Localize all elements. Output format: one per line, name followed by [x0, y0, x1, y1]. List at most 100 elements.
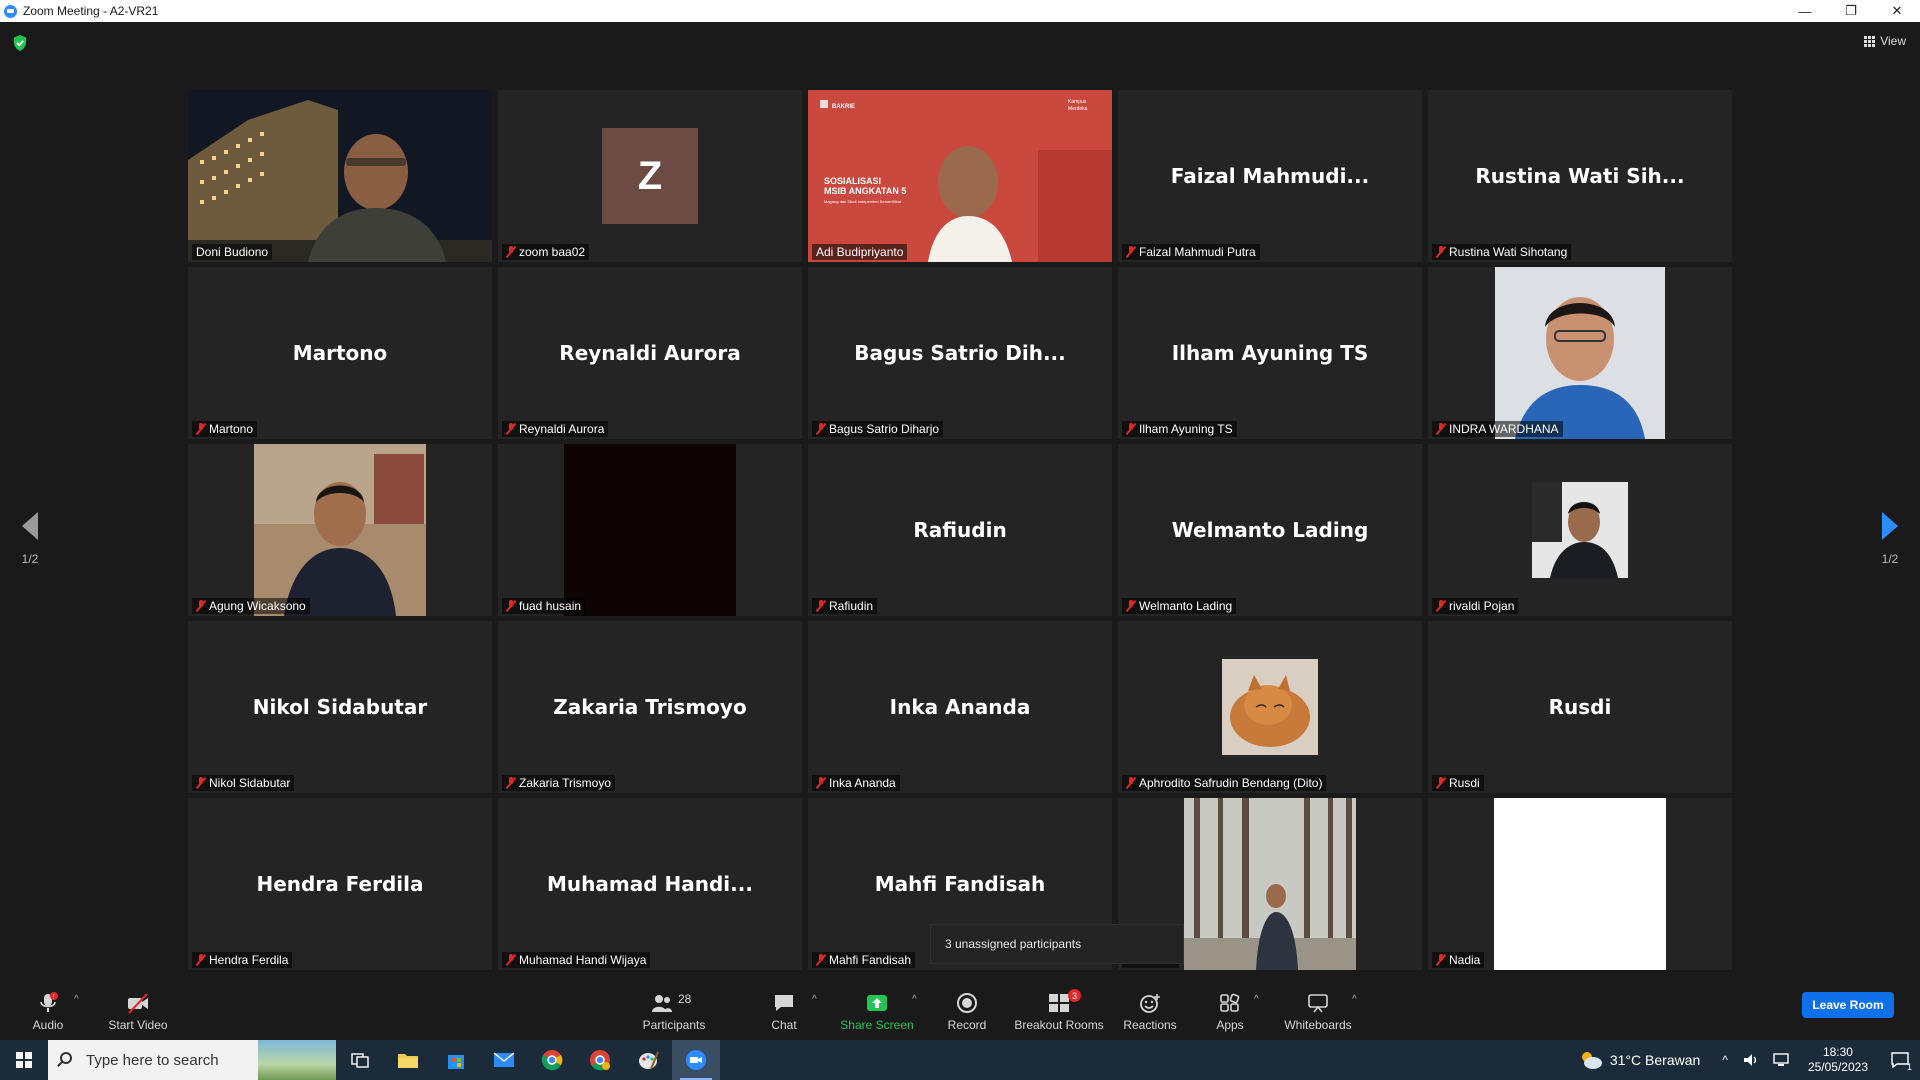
audio-button[interactable]: ! Audio	[26, 976, 70, 1040]
share-screen-button[interactable]: Share Screen	[840, 976, 914, 1040]
security-shield-icon[interactable]	[12, 34, 28, 52]
participant-tile[interactable]: Doni Budiono	[188, 90, 492, 262]
record-button[interactable]: Record	[944, 976, 990, 1040]
close-button[interactable]: ✕	[1874, 0, 1920, 22]
page-indicator-left: 1/2	[21, 552, 39, 566]
leave-room-button[interactable]: Leave Room	[1802, 992, 1894, 1018]
apps-options-chevron-icon[interactable]: ^	[1254, 994, 1259, 1005]
start-button[interactable]	[0, 1040, 48, 1080]
participant-name-label: Nadia	[1432, 952, 1485, 968]
participant-name-label: Doni Budiono	[192, 244, 273, 260]
participant-photo	[1532, 482, 1628, 578]
system-tray: 31°C Berawan ^ 18:30 25/05/2023 1	[1578, 1040, 1920, 1080]
apps-button[interactable]: Apps	[1210, 976, 1250, 1040]
mic-muted-icon	[816, 777, 826, 789]
previous-page-button[interactable]: 1/2	[10, 512, 50, 566]
participant-name-label: INDRA WARDHANA	[1432, 421, 1563, 437]
participant-tile[interactable]: Faizal Mahmudi... Faizal Mahmudi Putra	[1118, 90, 1422, 262]
window-title: Zoom Meeting - A2-VR21	[23, 4, 159, 18]
participant-tile[interactable]: Reynaldi Aurora Reynaldi Aurora	[498, 267, 802, 439]
file-explorer-button[interactable]	[384, 1040, 432, 1080]
participant-tile[interactable]: Nadia	[1428, 798, 1732, 970]
participant-display-name: Rusdi	[1548, 695, 1612, 719]
participant-tile[interactable]: Aphrodito Safrudin Bendang (Dito)	[1118, 621, 1422, 793]
taskbar-search-box[interactable]: Type here to search	[48, 1040, 336, 1080]
view-button[interactable]: View	[1864, 34, 1906, 48]
participant-tile[interactable]: Ilham Ayuning TS Ilham Ayuning TS	[1118, 267, 1422, 439]
participant-tile[interactable]: Rustina Wati Sih... Rustina Wati Sihotan…	[1428, 90, 1732, 262]
participant-name-label: Adi Budipriyanto	[812, 244, 908, 260]
participant-tile[interactable]: Inka Ananda Inka Ananda	[808, 621, 1112, 793]
chat-options-chevron-icon[interactable]: ^	[812, 994, 817, 1005]
participant-display-name: Rustina Wati Sih...	[1475, 164, 1685, 188]
taskbar-clock[interactable]: 18:30 25/05/2023	[1808, 1045, 1868, 1075]
chrome-icon	[541, 1050, 563, 1071]
weather-cloud-sun-icon[interactable]	[1578, 1049, 1604, 1071]
participant-tile-active-speaker[interactable]: SOSIALISASI MSIB ANGKATAN 5 Magang dan S…	[808, 90, 1112, 262]
participant-name-label: Inka Ananda	[812, 775, 900, 791]
restore-button[interactable]: ❐	[1828, 0, 1874, 22]
participant-tile[interactable]: Zakaria Trismoyo Zakaria Trismoyo	[498, 621, 802, 793]
notification-center-button[interactable]: 1	[1880, 1040, 1920, 1080]
participant-name-label: Hendra Ferdila	[192, 952, 293, 968]
participant-display-name: Reynaldi Aurora	[559, 341, 741, 365]
participant-tile[interactable]: Hendra Ferdila Hendra Ferdila	[188, 798, 492, 970]
participant-name-label: Rustina Wati Sihotang	[1432, 244, 1572, 260]
minimize-button[interactable]: —	[1782, 0, 1828, 22]
breakout-rooms-button[interactable]: 3 Breakout Rooms	[1012, 976, 1106, 1040]
mic-muted-icon	[196, 954, 206, 966]
network-icon[interactable]	[1772, 1052, 1790, 1068]
task-view-button[interactable]	[336, 1040, 384, 1080]
zoom-logo-icon	[4, 4, 17, 18]
mic-muted-icon	[1126, 600, 1136, 612]
chrome-profile-button[interactable]	[576, 1040, 624, 1080]
breakout-rooms-icon: 3	[1047, 989, 1081, 1014]
participant-tile[interactable]: Martono Martono	[188, 267, 492, 439]
breakout-count-badge: 3	[1068, 989, 1081, 1002]
participants-button[interactable]: 28 Participants	[636, 976, 712, 1040]
participant-tile[interactable]: Agung Wicaksono	[188, 444, 492, 616]
share-options-chevron-icon[interactable]: ^	[912, 994, 917, 1005]
share-screen-icon	[867, 995, 887, 1011]
participant-name-label: Nikol Sidabutar	[192, 775, 295, 791]
mic-muted-icon	[1436, 954, 1446, 966]
mic-muted-icon	[1126, 777, 1136, 789]
participant-name-label: Rusdi	[1432, 775, 1484, 791]
unassigned-participants-tooltip[interactable]: 3 unassigned participants	[930, 924, 1184, 964]
participants-count: 28	[678, 992, 692, 1006]
participant-tile[interactable]: Welmanto Lading Welmanto Lading	[1118, 444, 1422, 616]
zoom-taskbar-button[interactable]	[672, 1040, 720, 1080]
weather-text[interactable]: 31°C Berawan	[1610, 1052, 1700, 1068]
participant-photo	[1184, 798, 1356, 970]
start-video-button[interactable]: Start Video	[104, 976, 172, 1040]
whiteboard-options-chevron-icon[interactable]: ^	[1352, 994, 1357, 1005]
chrome-button[interactable]	[528, 1040, 576, 1080]
participant-tile[interactable]: Muhamad Handi... Muhamad Handi Wijaya	[498, 798, 802, 970]
participant-tile[interactable]: Rusdi Rusdi	[1428, 621, 1732, 793]
participant-display-name: Inka Ananda	[889, 695, 1031, 719]
volume-icon[interactable]	[1742, 1052, 1760, 1068]
participants-icon: 28	[650, 992, 698, 1014]
chrome-profile-icon	[590, 1050, 610, 1071]
chat-button[interactable]: Chat	[764, 976, 804, 1040]
apps-label: Apps	[1216, 1018, 1244, 1032]
next-page-button[interactable]: 1/2	[1870, 512, 1910, 566]
paint-app-button[interactable]	[624, 1040, 672, 1080]
participant-tile[interactable]: rivaldi Pojan	[1428, 444, 1732, 616]
participant-tile[interactable]: Rafiudin Rafiudin	[808, 444, 1112, 616]
participant-tile[interactable]: Bagus Satrio Dih... Bagus Satrio Diharjo	[808, 267, 1112, 439]
participant-tile[interactable]: INDRA WARDHANA	[1428, 267, 1732, 439]
mail-button[interactable]	[480, 1040, 528, 1080]
show-hidden-icons-chevron-icon[interactable]: ^	[1722, 1053, 1728, 1067]
store-button[interactable]	[432, 1040, 480, 1080]
participant-tile[interactable]: Nikol Sidabutar Nikol Sidabutar	[188, 621, 492, 793]
participant-tile[interactable]: fuad husain	[498, 444, 802, 616]
reactions-button[interactable]: Reactions	[1120, 976, 1180, 1040]
mic-muted-icon	[816, 600, 826, 612]
participant-tile[interactable]: Z zoom baa02	[498, 90, 802, 262]
slide-heading: SOSIALISASI	[824, 176, 881, 186]
slide-brand-logo: BAKRIE	[832, 104, 855, 110]
audio-options-chevron-icon[interactable]: ^	[74, 994, 79, 1005]
grid-view-icon	[1864, 35, 1876, 47]
whiteboards-button[interactable]: Whiteboards	[1282, 976, 1354, 1040]
